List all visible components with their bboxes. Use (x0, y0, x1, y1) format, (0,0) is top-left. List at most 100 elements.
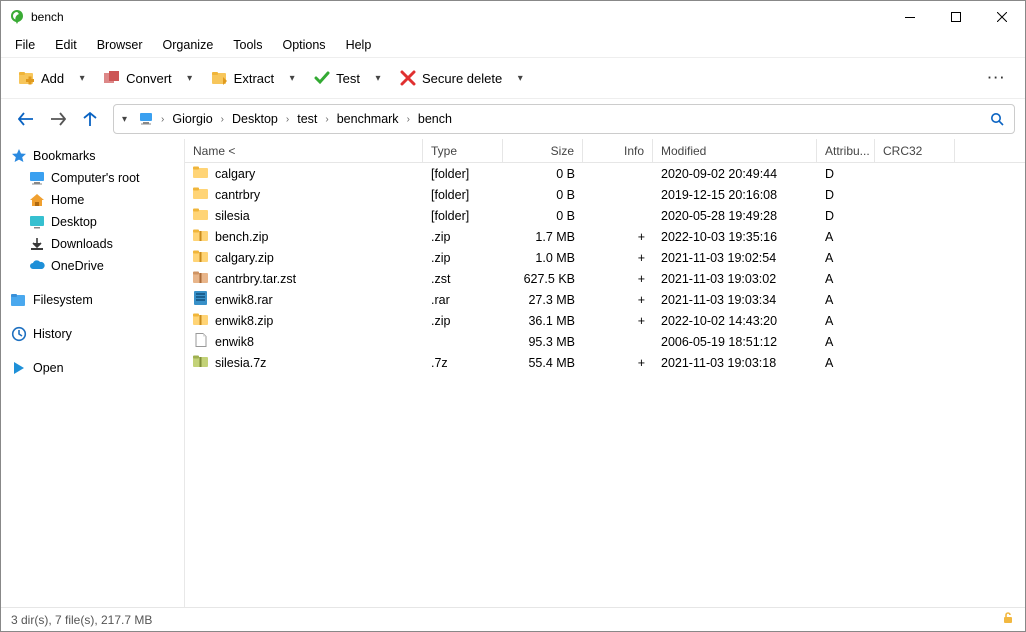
address-monitor-icon[interactable] (133, 106, 159, 132)
add-dropdown[interactable]: ▾ (72, 63, 92, 93)
breadcrumb-seg-1[interactable]: Desktop (226, 106, 284, 132)
col-crc[interactable]: CRC32 (875, 139, 955, 162)
app-icon (9, 9, 25, 25)
sidebar-history[interactable]: History (5, 323, 180, 345)
secure-delete-button[interactable]: Secure delete (392, 63, 510, 93)
file-name: cantrbry (215, 188, 260, 202)
secure-delete-dropdown[interactable]: ▾ (510, 63, 530, 93)
menu-organize[interactable]: Organize (153, 33, 224, 56)
chevron-right-icon: › (219, 114, 226, 125)
sidebar-open[interactable]: Open (5, 357, 180, 379)
file-name: calgary.zip (215, 251, 274, 265)
menu-file[interactable]: File (5, 33, 45, 56)
file-row[interactable]: cantrbry[folder]0 B2019-12-15 20:16:08D (185, 184, 1025, 205)
file-row[interactable]: silesia.7z.7z55.4 MB+2021-11-03 19:03:18… (185, 352, 1025, 373)
file-icon (193, 206, 209, 225)
file-row[interactable]: enwik895.3 MB2006-05-19 18:51:12A (185, 331, 1025, 352)
sidebar-open-label: Open (33, 361, 64, 375)
address-bar[interactable]: ▾ › Giorgio › Desktop › test › benchmark… (113, 104, 1015, 134)
file-modified: 2021-11-03 19:03:02 (653, 272, 817, 286)
sidebar-filesystem-label: Filesystem (33, 293, 93, 307)
file-attr: A (817, 230, 875, 244)
file-size: 627.5 KB (503, 272, 583, 286)
file-row[interactable]: enwik8.rar.rar27.3 MB+2021-11-03 19:03:3… (185, 289, 1025, 310)
file-size: 0 B (503, 167, 583, 181)
file-type: [folder] (423, 167, 503, 181)
file-name: bench.zip (215, 230, 269, 244)
add-button[interactable]: Add (11, 63, 72, 93)
convert-dropdown[interactable]: ▾ (180, 63, 200, 93)
file-attr: A (817, 293, 875, 307)
file-icon (193, 269, 209, 288)
file-type: .zst (423, 272, 503, 286)
extract-dropdown[interactable]: ▾ (282, 63, 302, 93)
sidebar-history-label: History (33, 327, 72, 341)
menu-edit[interactable]: Edit (45, 33, 87, 56)
sidebar-filesystem[interactable]: Filesystem (5, 289, 180, 311)
file-row[interactable]: enwik8.zip.zip36.1 MB+2022-10-02 14:43:2… (185, 310, 1025, 331)
file-rows: calgary[folder]0 B2020-09-02 20:49:44Dca… (185, 163, 1025, 607)
file-name: calgary (215, 167, 255, 181)
file-attr: D (817, 167, 875, 181)
statusbar: 3 dir(s), 7 file(s), 217.7 MB (1, 607, 1025, 631)
file-name: enwik8 (215, 335, 254, 349)
close-button[interactable] (979, 1, 1025, 33)
sidebar-home[interactable]: Home (5, 189, 180, 211)
sidebar-onedrive[interactable]: OneDrive (5, 255, 180, 277)
col-info[interactable]: Info (583, 139, 653, 162)
file-name: cantrbry.tar.zst (215, 272, 296, 286)
col-name[interactable]: Name < (185, 139, 423, 162)
chevron-down-icon: ▾ (290, 73, 295, 84)
sidebar-onedrive-label: OneDrive (51, 259, 104, 273)
file-row[interactable]: calgary.zip.zip1.0 MB+2021-11-03 19:02:5… (185, 247, 1025, 268)
convert-button[interactable]: Convert (96, 63, 180, 93)
menu-options[interactable]: Options (272, 33, 335, 56)
file-size: 95.3 MB (503, 335, 583, 349)
sidebar-bookmarks[interactable]: Bookmarks (5, 145, 180, 167)
file-row[interactable]: cantrbry.tar.zst.zst627.5 KB+2021-11-03 … (185, 268, 1025, 289)
chevron-down-icon: ▾ (187, 73, 192, 84)
file-info: + (583, 251, 653, 265)
file-modified: 2019-12-15 20:16:08 (653, 188, 817, 202)
forward-button[interactable] (43, 104, 73, 134)
test-dropdown[interactable]: ▾ (368, 63, 388, 93)
sidebar-bookmarks-label: Bookmarks (33, 149, 96, 163)
menu-help[interactable]: Help (336, 33, 382, 56)
breadcrumb-seg-2[interactable]: test (291, 106, 323, 132)
file-modified: 2020-09-02 20:49:44 (653, 167, 817, 181)
sidebar-downloads[interactable]: Downloads (5, 233, 180, 255)
col-modified[interactable]: Modified (653, 139, 817, 162)
col-type[interactable]: Type (423, 139, 503, 162)
file-row[interactable]: silesia[folder]0 B2020-05-28 19:49:28D (185, 205, 1025, 226)
extract-button[interactable]: Extract (204, 63, 282, 93)
chevron-down-icon: ▾ (80, 73, 85, 84)
up-button[interactable] (75, 104, 105, 134)
sidebar-desktop[interactable]: Desktop (5, 211, 180, 233)
breadcrumb-seg-3[interactable]: benchmark (331, 106, 405, 132)
file-attr: A (817, 314, 875, 328)
sidebar-computer-root[interactable]: Computer's root (5, 167, 180, 189)
file-row[interactable]: calgary [folder]0 B 2020-09-02 20:49:44D (185, 163, 1025, 184)
menu-tools[interactable]: Tools (223, 33, 272, 56)
breadcrumb-seg-4[interactable]: bench (412, 106, 458, 132)
address-root-dropdown[interactable]: ▾ (116, 106, 133, 132)
col-size[interactable]: Size (503, 139, 583, 162)
col-attributes[interactable]: Attribu... (817, 139, 875, 162)
menu-browser[interactable]: Browser (87, 33, 153, 56)
breadcrumb-seg-0[interactable]: Giorgio (166, 106, 218, 132)
chevron-right-icon: › (159, 114, 166, 125)
more-button[interactable]: ··· (979, 63, 1015, 93)
search-button[interactable] (984, 106, 1010, 132)
file-row[interactable]: bench.zip.zip1.7 MB+2022-10-03 19:35:16A (185, 226, 1025, 247)
chevron-down-icon: ▾ (518, 73, 523, 84)
toolbar: Add ▾ Convert ▾ Extract ▾ Test ▾ Secure … (1, 57, 1025, 99)
file-icon (193, 227, 209, 246)
file-pane: Name < Type Size Info Modified Attribu..… (185, 139, 1025, 607)
back-button[interactable] (11, 104, 41, 134)
maximize-button[interactable] (933, 1, 979, 33)
minimize-button[interactable] (887, 1, 933, 33)
test-label: Test (336, 71, 360, 86)
file-type: [folder] (423, 209, 503, 223)
test-button[interactable]: Test (306, 63, 368, 93)
sidebar-desktop-label: Desktop (51, 215, 97, 229)
